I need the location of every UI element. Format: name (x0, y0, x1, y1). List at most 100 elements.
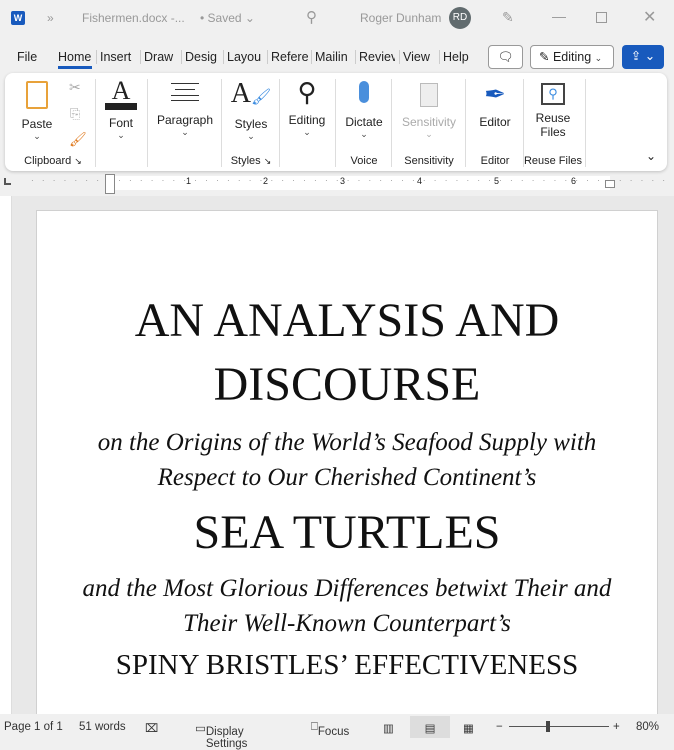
heading-sea-turtles: SEA TURTLES (37, 501, 657, 565)
word-logo-icon: W (11, 11, 25, 25)
save-status[interactable]: • Saved ⌄ (200, 11, 255, 25)
title-line-1: AN ANALYSIS AND (37, 289, 657, 353)
page-count[interactable]: Page 1 of 1 (4, 721, 63, 733)
sensitivity-group-label: Sensitivity (393, 155, 465, 167)
tab-home[interactable]: Home (58, 50, 92, 69)
read-mode-icon[interactable]: ▥ (383, 721, 394, 735)
tab-design[interactable]: Desig (181, 50, 218, 64)
zoom-in-button[interactable]: + (613, 721, 620, 733)
paragraph-label: Paragraph (149, 113, 221, 127)
editing-mode-label: Editing (553, 50, 591, 64)
styles-button[interactable]: A🖌 Styles⌄ (223, 79, 279, 142)
ruler-mark: 1 (186, 176, 191, 186)
editing-label: Editing (281, 113, 333, 127)
tab-references[interactable]: Refere (267, 50, 308, 64)
editor-pen-icon: ✒ (467, 79, 523, 109)
files-label: Files (523, 125, 583, 139)
font-color-icon: A (105, 79, 137, 110)
dictate-button[interactable]: Dictate⌄ (337, 81, 391, 140)
proofing-icon[interactable]: ⌧ (145, 721, 158, 735)
editing-button[interactable]: ⚲ Editing⌄ (281, 73, 333, 171)
paragraph-icon (171, 83, 199, 101)
cut-icon[interactable]: ✂ (69, 79, 81, 96)
dialog-launcher-icon[interactable]: ↘ (264, 156, 272, 166)
tab-selector-icon[interactable] (4, 178, 11, 185)
ribbon-tabs: File Home Insert Draw Desig Layou Refere… (0, 44, 674, 72)
tab-layout[interactable]: Layou (223, 50, 263, 64)
document-area: AN ANALYSIS AND DISCOURSE on the Origins… (0, 196, 674, 714)
tab-mailings[interactable]: Mailin (311, 50, 351, 64)
styles-icon: A🖌 (223, 79, 279, 113)
focus-label: Focus (318, 726, 349, 738)
reuse-files-group-label: Reuse Files (523, 155, 583, 167)
document-page[interactable]: AN ANALYSIS AND DISCOURSE on the Origins… (36, 210, 658, 714)
microphone-icon (359, 81, 369, 103)
editing-mode-button[interactable]: ✎ Editing ⌄ (530, 45, 614, 69)
editor-button[interactable]: ✒ Editor (467, 79, 523, 129)
vertical-ruler[interactable] (0, 196, 12, 714)
focus-button[interactable]: ⎕ Focus (311, 721, 318, 734)
tab-file[interactable]: File (17, 50, 37, 64)
display-settings-button[interactable]: ▭ Display Settings (195, 721, 206, 735)
sensitivity-button[interactable]: Sensitivity⌄ (393, 83, 465, 140)
print-layout-icon[interactable]: ▤ (410, 716, 450, 738)
dictate-label: Dictate (337, 115, 391, 129)
sensitivity-icon (420, 83, 438, 107)
display-settings-label: Display Settings (206, 726, 248, 750)
more-icon[interactable]: » (47, 11, 54, 25)
paragraph-button[interactable]: Paragraph⌄ (149, 73, 221, 171)
editor-group-label: Editor (467, 155, 523, 167)
tab-help[interactable]: Help (439, 50, 469, 64)
minimize-button[interactable]: — (552, 8, 566, 24)
font-label: Font (97, 116, 145, 130)
subtitle-line-1: on the Origins of the World’s Seafood Su… (37, 425, 657, 461)
zoom-slider[interactable] (509, 726, 609, 727)
maximize-button[interactable] (596, 12, 607, 23)
styles-group-label: Styles (231, 155, 261, 167)
dialog-launcher-icon[interactable]: ↘ (74, 156, 82, 166)
voice-group-label: Voice (337, 155, 391, 167)
clipboard-icon (26, 81, 48, 109)
indent-marker[interactable] (105, 174, 115, 194)
find-icon: ⚲ (281, 77, 333, 107)
tab-review[interactable]: Reviev (355, 50, 395, 64)
sensitivity-label: Sensitivity (393, 115, 465, 129)
copy-icon[interactable]: ⎘ (70, 106, 80, 122)
zoom-level[interactable]: 80% (636, 721, 659, 733)
close-button[interactable]: ✕ (643, 7, 656, 27)
ruler-mark: 4 (417, 176, 422, 186)
word-count[interactable]: 51 words (79, 721, 126, 733)
format-painter-icon[interactable]: 🖌 (69, 131, 87, 148)
avatar[interactable]: RD (449, 7, 471, 29)
subtitle-line-4: Their Well-Known Counterpart’s (37, 607, 657, 641)
subtitle-line-3: and the Most Glorious Differences betwix… (37, 571, 657, 607)
user-name[interactable]: Roger Dunham (360, 11, 441, 25)
paste-button[interactable]: Paste ⌄ (19, 81, 55, 142)
font-button[interactable]: A Font⌄ (97, 73, 145, 171)
tab-draw[interactable]: Draw (140, 50, 173, 64)
ruler-mark: 6 (571, 176, 576, 186)
web-layout-icon[interactable]: ▦ (463, 721, 474, 735)
clipboard-group-label: Clipboard (24, 155, 71, 167)
reuse-files-button[interactable]: ⚲ Reuse Files (523, 83, 583, 139)
zoom-out-button[interactable]: − (496, 721, 503, 733)
document-name[interactable]: Fishermen.docx -... (82, 11, 185, 25)
subtitle-line-2: Respect to Our Cherished Continent’s (37, 461, 657, 495)
designer-icon[interactable]: ✎ (502, 9, 514, 26)
horizontal-ruler[interactable]: · · · · · · · · · · · · · · · · · · · · … (30, 176, 674, 190)
ruler-mark: 3 (340, 176, 345, 186)
ribbon: Paste ⌄ ✂ ⎘ 🖌 Clipboard ↘ A Font⌄ Paragr… (5, 73, 667, 171)
share-button[interactable]: ⇪ ⌄ (622, 45, 664, 69)
right-indent-marker[interactable] (605, 180, 615, 188)
comments-button[interactable]: 🗨 (488, 45, 523, 69)
reuse-label: Reuse (523, 111, 583, 125)
tab-view[interactable]: View (399, 50, 430, 64)
editor-label: Editor (467, 115, 523, 129)
title-bar: W » Fishermen.docx -... • Saved ⌄ ⚲ Roge… (0, 0, 674, 36)
reuse-files-icon: ⚲ (541, 83, 565, 105)
expand-ribbon-icon[interactable]: ⌄ (646, 149, 656, 163)
tab-insert[interactable]: Insert (96, 50, 131, 64)
search-icon[interactable]: ⚲ (306, 8, 317, 26)
ruler-mark: 2 (263, 176, 268, 186)
paste-label: Paste (19, 117, 55, 131)
